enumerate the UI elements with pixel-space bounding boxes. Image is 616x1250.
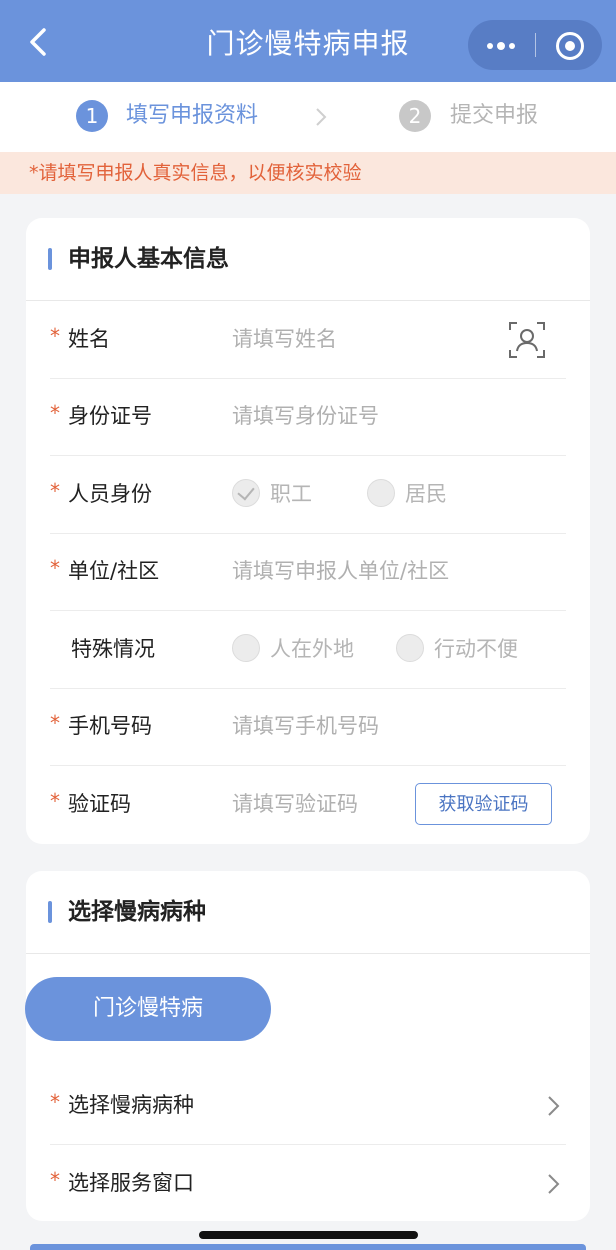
chevron-right-icon xyxy=(548,1096,560,1116)
required-mark: * xyxy=(50,789,60,813)
required-mark: * xyxy=(50,711,60,735)
name-input[interactable]: 请填写姓名 xyxy=(232,321,492,357)
chevron-right-icon xyxy=(316,108,327,126)
radio-unchecked-icon xyxy=(232,634,260,662)
step-indicator: 1 填写申报资料 2 提交申报 xyxy=(0,82,616,152)
step-label: 填写申报资料 xyxy=(126,103,259,128)
id-number-input[interactable]: 请填写身份证号 xyxy=(232,398,492,434)
radio-label: 居民 xyxy=(405,482,447,506)
section-accent-bar xyxy=(48,901,52,923)
mini-program-capsule xyxy=(468,20,602,70)
radio-label: 职工 xyxy=(270,482,312,506)
select-window-row[interactable]: * 选择服务窗口 xyxy=(50,1145,566,1222)
radio-unchecked-icon xyxy=(396,634,424,662)
code-input[interactable]: 请填写验证码 xyxy=(232,786,402,822)
radio-unchecked-icon xyxy=(367,479,395,507)
field-label: 选择慢病病种 xyxy=(68,1093,194,1117)
home-indicator xyxy=(199,1231,418,1239)
required-mark: * xyxy=(50,1168,60,1192)
form-row-id-number: * 身份证号 请填写身份证号 xyxy=(50,378,566,456)
section-title: 选择慢病病种 xyxy=(68,899,206,925)
select-disease-row[interactable]: * 选择慢病病种 xyxy=(50,1067,566,1145)
field-label: 特殊情况 xyxy=(71,637,155,661)
more-button[interactable] xyxy=(468,20,535,70)
id-card-scan-icon[interactable] xyxy=(508,321,546,359)
chevron-right-icon xyxy=(548,1174,560,1194)
form-row-code: * 验证码 请填写验证码 获取验证码 xyxy=(50,766,566,843)
required-mark: * xyxy=(50,401,60,425)
field-label: 选择服务窗口 xyxy=(68,1171,194,1195)
form-row-identity: * 人员身份 职工 居民 xyxy=(50,456,566,534)
field-label: 姓名 xyxy=(68,327,110,351)
step-number: 2 xyxy=(399,100,431,132)
radio-label: 人在外地 xyxy=(270,637,354,661)
disease-card: 选择慢病病种 门诊慢特病 * 选择慢病病种 * 选择服务窗口 xyxy=(25,871,590,1222)
form-row-unit: * 单位/社区 请填写申报人单位/社区 xyxy=(50,533,566,611)
form-row-phone: * 手机号码 请填写手机号码 xyxy=(50,688,566,766)
required-mark: * xyxy=(50,324,60,348)
field-label: 手机号码 xyxy=(68,714,152,738)
required-mark: * xyxy=(50,479,60,503)
section-accent-bar xyxy=(48,248,52,270)
close-button[interactable] xyxy=(536,20,602,70)
step-label: 提交申报 xyxy=(450,103,539,128)
form-row-name: * 姓名 请填写姓名 xyxy=(50,301,566,379)
required-mark: * xyxy=(50,1090,60,1114)
form-row-special: 特殊情况 人在外地 行动不便 xyxy=(50,611,566,689)
bottom-button-edge xyxy=(30,1244,586,1250)
section-header: 选择慢病病种 xyxy=(26,871,590,954)
field-label: 验证码 xyxy=(68,792,131,816)
get-code-button[interactable]: 获取验证码 xyxy=(415,783,552,825)
notice-banner: *请填写申报人真实信息，以便核实校验 xyxy=(0,152,616,194)
phone-input[interactable]: 请填写手机号码 xyxy=(232,708,492,744)
nav-bar: 门诊慢特病申报 xyxy=(0,0,616,82)
radio-checked-icon xyxy=(232,479,260,507)
step-number: 1 xyxy=(76,100,108,132)
field-label: 身份证号 xyxy=(68,404,152,428)
applicant-info-card: 申报人基本信息 * 姓名 请填写姓名 * 身份证号 请填写身份证号 * 人员身份… xyxy=(26,218,590,844)
unit-input[interactable]: 请填写申报人单位/社区 xyxy=(232,553,552,589)
field-label: 人员身份 xyxy=(68,482,152,506)
section-header: 申报人基本信息 xyxy=(26,218,590,301)
required-mark: * xyxy=(50,556,60,580)
radio-label: 行动不便 xyxy=(434,637,518,661)
field-label: 单位/社区 xyxy=(68,559,160,583)
section-title: 申报人基本信息 xyxy=(68,246,229,272)
disease-type-chip[interactable]: 门诊慢特病 xyxy=(25,977,271,1041)
target-icon xyxy=(556,32,584,60)
